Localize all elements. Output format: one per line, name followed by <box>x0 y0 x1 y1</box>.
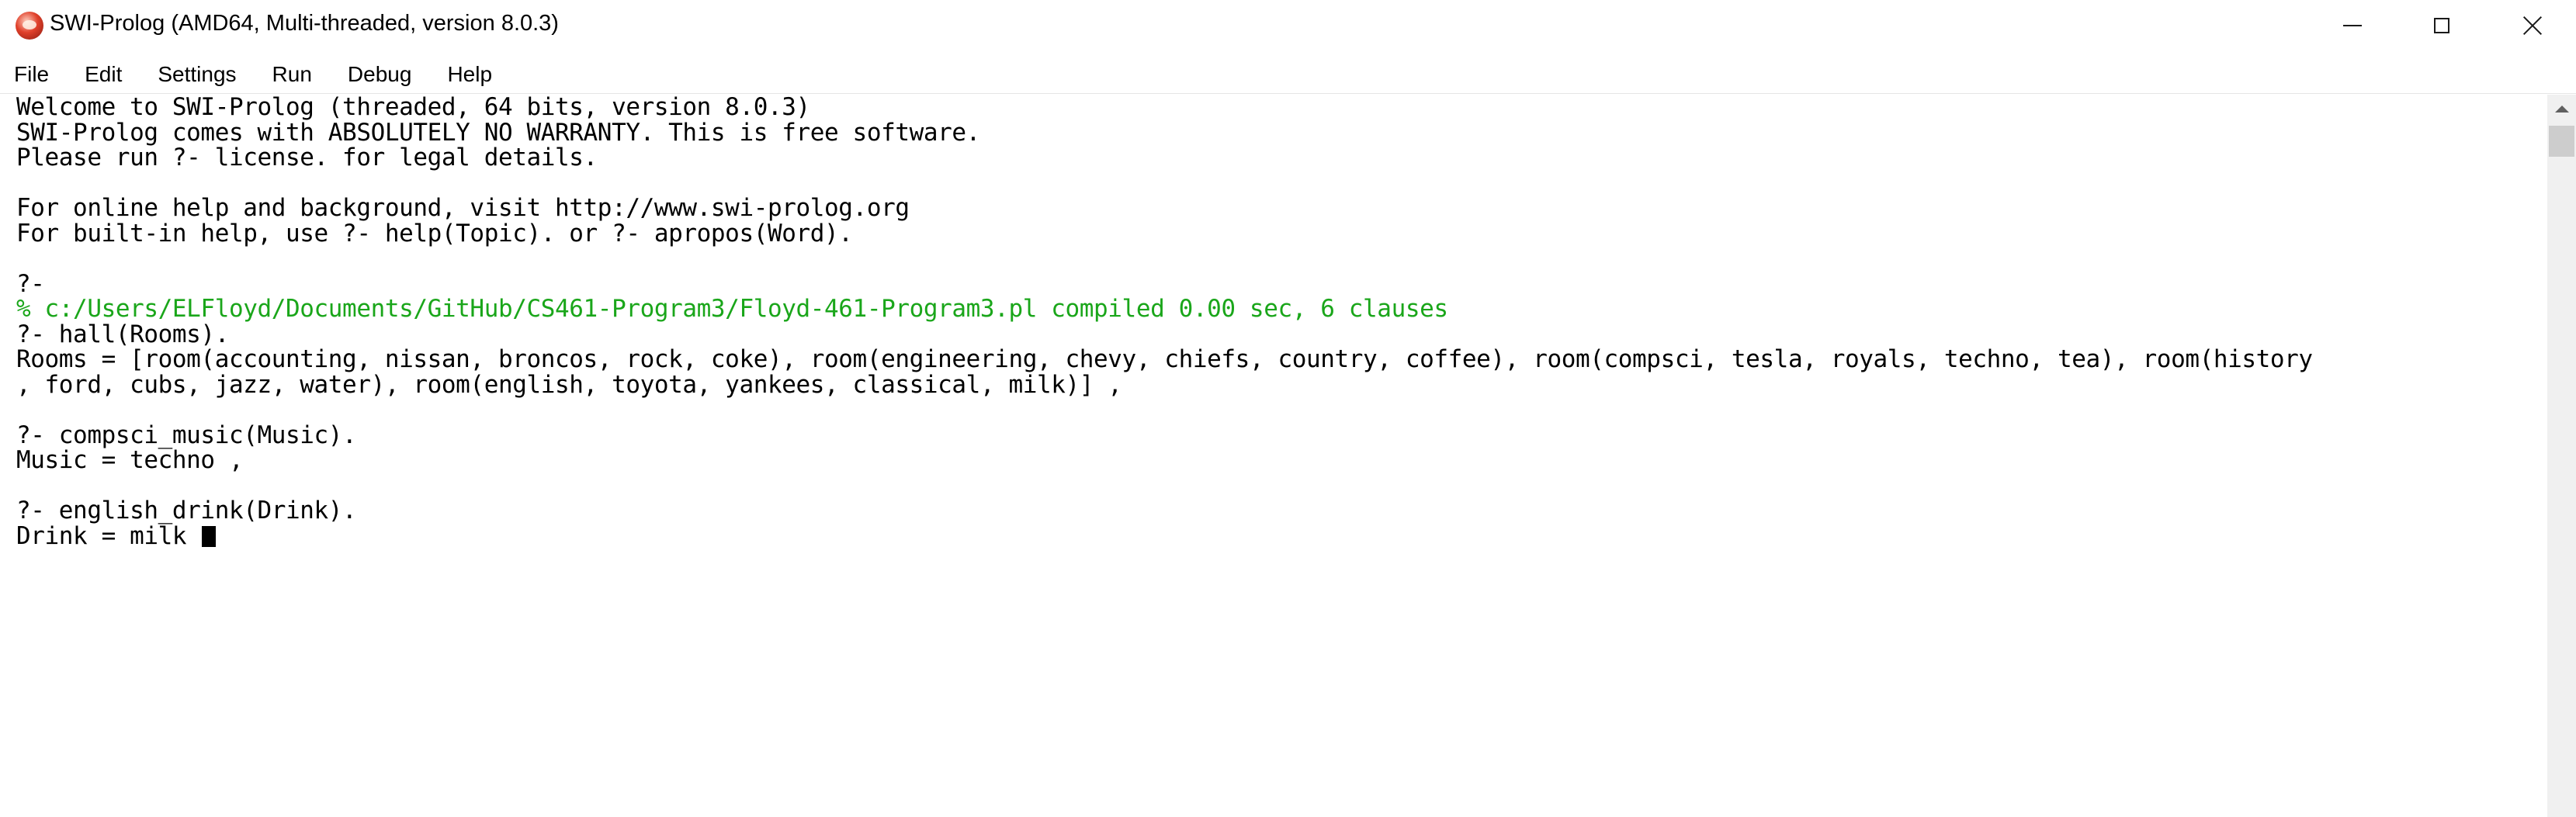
minimize-icon <box>2343 25 2362 26</box>
close-button[interactable] <box>2489 0 2576 51</box>
console-input-line[interactable]: Drink = milk <box>16 521 2313 550</box>
console-line: ?- hall(Rooms). <box>16 320 229 348</box>
menu-edit[interactable]: Edit <box>75 56 131 93</box>
text-cursor <box>202 525 217 547</box>
console-output[interactable]: Welcome to SWI-Prolog (threaded, 64 bits… <box>0 95 2547 817</box>
console-line: For online help and background, visit ht… <box>16 194 910 222</box>
console-line: ?- compsci_music(Music). <box>16 421 357 449</box>
menu-help[interactable]: Help <box>438 56 501 93</box>
console-line-text: Drink = milk <box>16 521 201 550</box>
close-icon <box>2522 15 2543 36</box>
console-line: For built-in help, use ?- help(Topic). o… <box>16 219 853 248</box>
compile-message-line: % c:/Users/ELFloyd/Documents/GitHub/CS46… <box>16 295 1448 323</box>
menu-bar: File Edit Settings Run Debug Help <box>0 56 2576 93</box>
console-line: Rooms = [room(accounting, nissan, bronco… <box>16 345 2313 373</box>
minimize-button[interactable] <box>2309 0 2396 51</box>
console-line: , ford, cubs, jazz, water), room(english… <box>16 370 1122 399</box>
console-lines: Welcome to SWI-Prolog (threaded, 64 bits… <box>16 95 2313 549</box>
console-line: Please run ?- license. for legal details… <box>16 144 598 171</box>
menu-settings[interactable]: Settings <box>148 56 245 93</box>
console-line: Music = techno , <box>16 446 244 474</box>
scroll-thumb[interactable] <box>2549 126 2574 157</box>
title-bar[interactable]: SWI-Prolog (AMD64, Multi-threaded, versi… <box>0 0 2576 51</box>
maximize-button[interactable] <box>2398 0 2485 51</box>
menu-file[interactable]: File <box>5 56 58 93</box>
menu-divider <box>0 93 2576 94</box>
console-line: Welcome to SWI-Prolog (threaded, 64 bits… <box>16 95 810 121</box>
chevron-up-icon <box>2554 105 2569 113</box>
window-title: SWI-Prolog (AMD64, Multi-threaded, versi… <box>50 11 559 36</box>
menu-run[interactable]: Run <box>263 56 321 93</box>
console-line: SWI-Prolog comes with ABSOLUTELY NO WARR… <box>16 118 980 147</box>
console-line: ?- english_drink(Drink). <box>16 497 357 524</box>
scroll-up-button[interactable] <box>2547 95 2576 123</box>
vertical-scrollbar[interactable] <box>2547 95 2576 817</box>
menu-debug[interactable]: Debug <box>338 56 421 93</box>
maximize-icon <box>2434 18 2449 33</box>
console-line: ?- <box>16 269 45 298</box>
swi-prolog-owl-icon[interactable] <box>16 12 43 40</box>
